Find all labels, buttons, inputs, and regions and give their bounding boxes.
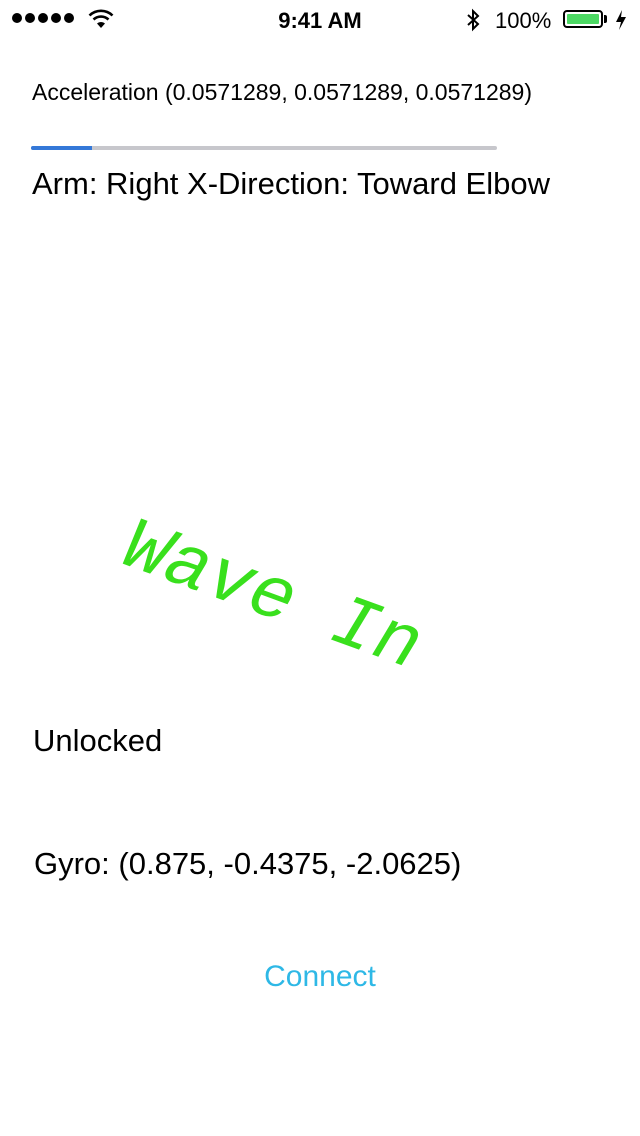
- charging-icon: [616, 10, 626, 30]
- acceleration-label: Acceleration (0.0571289, 0.0571289, 0.05…: [32, 79, 533, 105]
- bluetooth-icon: [467, 8, 480, 32]
- lock-state-label: Unlocked: [33, 723, 163, 758]
- gyro-label: Gyro: (0.875, -0.4375, -2.0625): [34, 846, 462, 881]
- arm-label: Arm: Right X-Direction: Toward Elbow: [32, 166, 550, 201]
- battery-icon: [563, 10, 603, 28]
- battery-percent: 100%: [495, 8, 552, 33]
- gesture-label: Wave In: [111, 505, 433, 691]
- status-bar: 9:41 AM 100%: [0, 0, 640, 40]
- battery-tip: [604, 15, 607, 23]
- progress-bar: [31, 146, 497, 150]
- progress-fill: [31, 146, 92, 150]
- connect-button[interactable]: Connect: [0, 960, 640, 994]
